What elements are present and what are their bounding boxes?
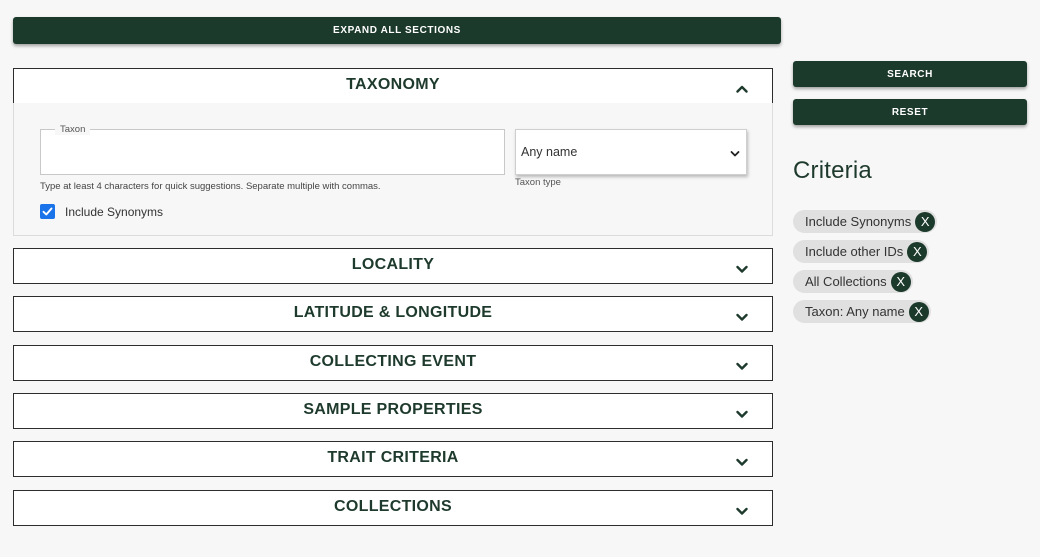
taxon-type-value: Any name xyxy=(521,145,578,159)
section-header-collections[interactable]: COLLECTIONS xyxy=(13,490,773,526)
section-header-taxonomy[interactable]: TAXONOMY xyxy=(13,68,773,104)
include-synonyms-checkbox[interactable] xyxy=(40,204,55,219)
remove-chip-button[interactable]: X xyxy=(890,271,911,292)
taxon-type-caption: Taxon type xyxy=(515,177,561,188)
section-title: LATITUDE & LONGITUDE xyxy=(293,304,493,321)
chevron-down-icon[interactable] xyxy=(736,263,748,275)
section-title: TAXONOMY xyxy=(346,76,440,93)
chevron-down-icon xyxy=(730,148,740,158)
section-title: SAMPLE PROPERTIES xyxy=(303,401,483,418)
chevron-down-icon[interactable] xyxy=(736,311,748,323)
chip-label: Include other IDs xyxy=(805,244,904,259)
chevron-up-icon[interactable] xyxy=(736,83,748,95)
chevron-down-icon[interactable] xyxy=(736,505,748,517)
include-synonyms-row: Include Synonyms xyxy=(40,204,163,219)
taxon-input[interactable] xyxy=(41,130,504,174)
section-header-locality[interactable]: LOCALITY xyxy=(13,248,773,284)
section-header-latitude-longitude[interactable]: LATITUDE & LONGITUDE xyxy=(13,296,773,332)
section-title: TRAIT CRITERIA xyxy=(327,449,459,466)
chevron-down-icon[interactable] xyxy=(736,408,748,420)
chip-label: All Collections xyxy=(805,274,887,289)
expand-all-sections-button[interactable]: EXPAND ALL SECTIONS xyxy=(13,17,781,44)
taxonomy-panel: Taxon Type at least 4 characters for qui… xyxy=(13,103,773,236)
chip-label: Include Synonyms xyxy=(805,214,912,229)
search-button[interactable]: SEARCH xyxy=(793,61,1027,87)
section-title: LOCALITY xyxy=(351,256,435,273)
criteria-chip: All Collections X xyxy=(793,270,913,293)
chevron-down-icon[interactable] xyxy=(736,456,748,468)
reset-button[interactable]: RESET xyxy=(793,99,1027,125)
criteria-chip: Include other IDs X xyxy=(793,240,930,263)
section-header-trait-criteria[interactable]: TRAIT CRITERIA xyxy=(13,441,773,477)
remove-chip-button[interactable]: X xyxy=(908,301,929,322)
section-header-sample-properties[interactable]: SAMPLE PROPERTIES xyxy=(13,393,773,429)
criteria-chip: Include Synonyms X xyxy=(793,210,938,233)
section-title: COLLECTING EVENT xyxy=(309,353,477,370)
chevron-down-icon[interactable] xyxy=(736,360,748,372)
criteria-heading: Criteria xyxy=(793,157,872,184)
section-header-collecting-event[interactable]: COLLECTING EVENT xyxy=(13,345,773,381)
taxon-field[interactable]: Taxon xyxy=(40,124,505,175)
taxon-helper-text: Type at least 4 characters for quick sug… xyxy=(40,181,381,192)
remove-chip-button[interactable]: X xyxy=(915,211,936,232)
taxon-type-select[interactable]: Any name xyxy=(515,129,747,175)
include-synonyms-label: Include Synonyms xyxy=(65,204,164,219)
remove-chip-button[interactable]: X xyxy=(907,241,928,262)
section-title: COLLECTIONS xyxy=(334,498,452,515)
criteria-chip: Taxon: Any name X xyxy=(793,300,931,323)
chip-label: Taxon: Any name xyxy=(805,304,905,319)
